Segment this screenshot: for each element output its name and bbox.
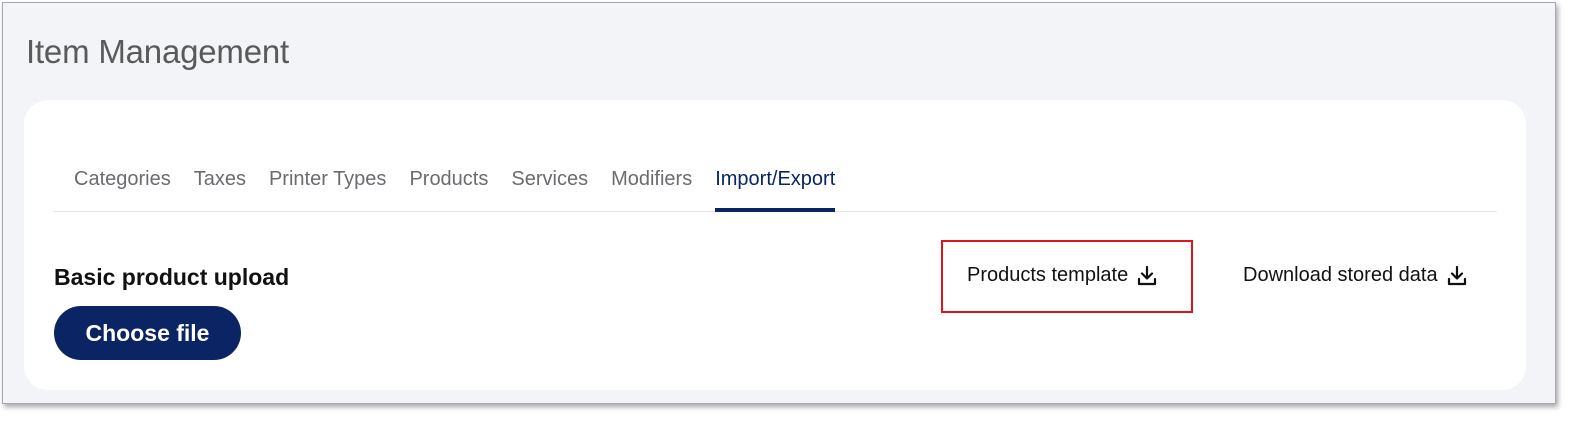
products-template-link[interactable]: Products template [967, 264, 1158, 287]
tab-modifiers[interactable]: Modifiers [611, 156, 692, 212]
tab-services[interactable]: Services [511, 156, 588, 212]
tab-taxes[interactable]: Taxes [194, 156, 246, 212]
products-template-label: Products template [967, 264, 1129, 286]
tab-products[interactable]: Products [409, 156, 488, 212]
download-icon [1138, 265, 1157, 285]
tab-categories[interactable]: Categories [74, 156, 171, 212]
content-card: Categories Taxes Printer Types Products … [24, 100, 1526, 390]
app-window: Item Management Categories Taxes Printer… [2, 2, 1556, 404]
choose-file-button[interactable]: Choose file [54, 306, 241, 360]
download-icon [1447, 265, 1466, 285]
download-stored-data-label: Download stored data [1243, 264, 1438, 286]
section-title: Basic product upload [54, 264, 290, 290]
tab-printer-types[interactable]: Printer Types [269, 156, 386, 212]
page-title: Item Management [26, 33, 289, 70]
tab-bar: Categories Taxes Printer Types Products … [53, 156, 1497, 212]
tab-import-export[interactable]: Import/Export [715, 156, 836, 212]
download-stored-data-link[interactable]: Download stored data [1243, 264, 1468, 287]
